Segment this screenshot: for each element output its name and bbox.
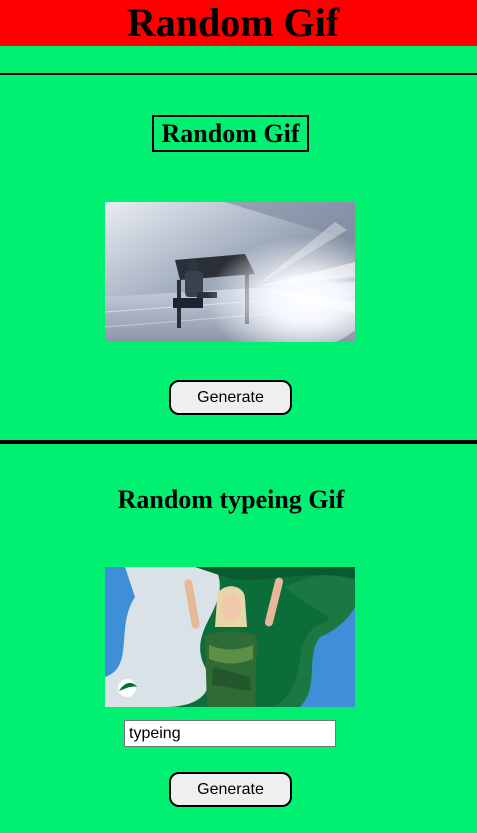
app-title: Random Gif [126, 0, 340, 45]
search-gif-image [105, 567, 355, 707]
search-input[interactable] [124, 720, 336, 747]
search-gif-heading: Random typeing Gif [117, 485, 345, 514]
random-gif-heading: Random Gif [152, 115, 309, 152]
random-generate-button[interactable]: Generate [169, 380, 292, 415]
divider-top [0, 73, 477, 75]
divider-middle [0, 440, 477, 444]
search-generate-button[interactable]: Generate [169, 772, 292, 807]
random-gif-image [105, 202, 355, 342]
